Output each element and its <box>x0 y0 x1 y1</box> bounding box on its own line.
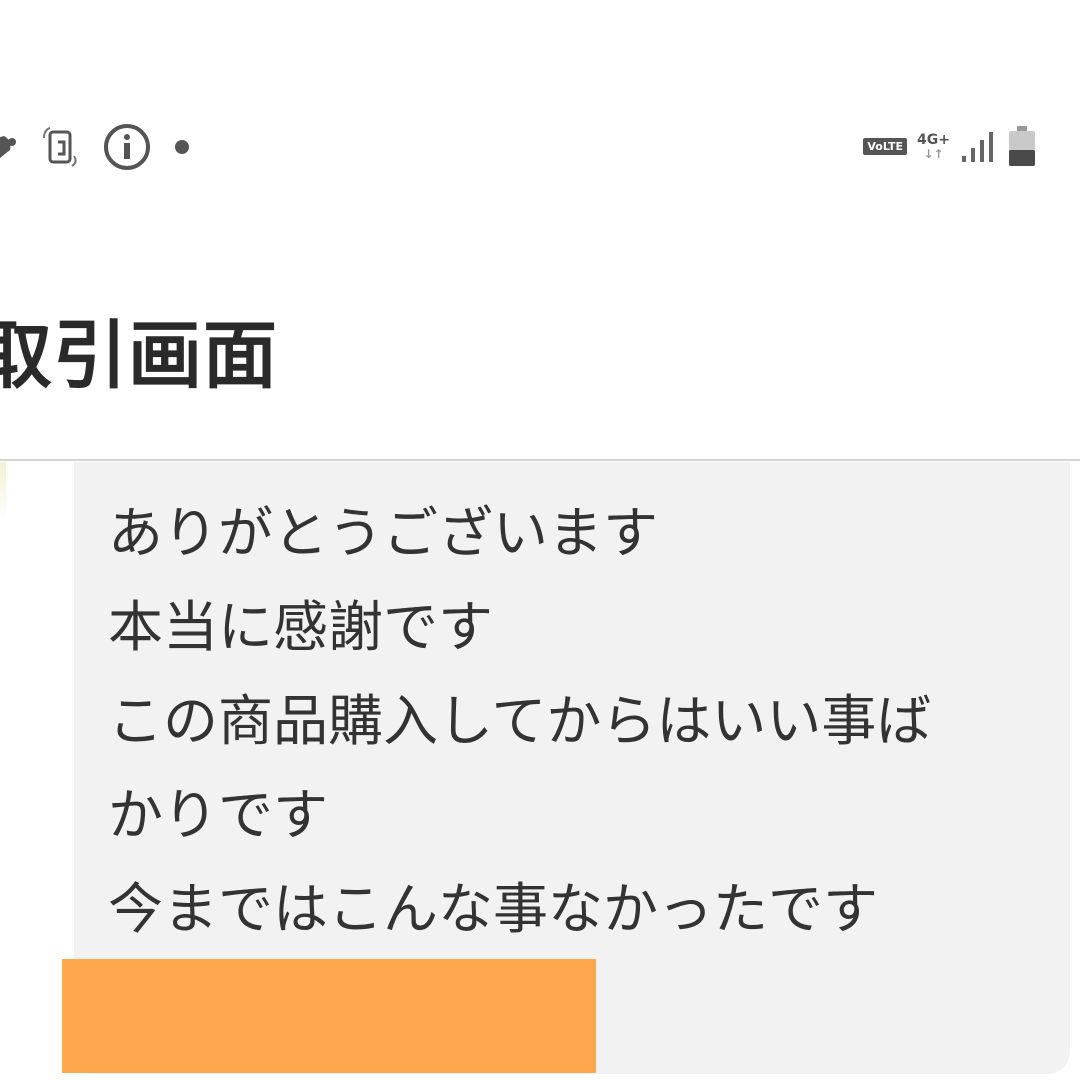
info-icon <box>102 122 152 172</box>
message-line: 今まではこんな事なかったです <box>108 877 879 941</box>
page-title: 取引画面 <box>0 313 278 399</box>
battery-icon <box>1006 124 1038 168</box>
message-line: 本当に感謝です <box>108 595 494 659</box>
header-divider <box>0 459 1080 461</box>
network-arrows: ↓↑ <box>923 146 944 161</box>
notification-app-icon <box>0 130 20 164</box>
dot-icon <box>170 135 194 159</box>
redaction-block <box>62 959 596 1073</box>
screen: VoLTE 4G+ ↓↑ 取引画面 ありがとうございます 本当に感謝です この商… <box>0 0 1080 1080</box>
volte-badge: VoLTE <box>863 137 908 155</box>
message-line: かりです <box>108 783 329 847</box>
network-type-indicator: 4G+ ↓↑ <box>917 131 950 161</box>
message-line: この商品購入してからはいい事ば <box>108 689 932 753</box>
message-line: ありがとうございます <box>108 501 659 565</box>
signal-icon <box>960 128 996 164</box>
status-right-icons: VoLTE 4G+ ↓↑ <box>863 124 1038 168</box>
status-bar: VoLTE 4G+ ↓↑ <box>0 110 1080 190</box>
network-label: 4G+ <box>917 131 950 148</box>
phone-rotate-icon <box>38 124 84 170</box>
avatar-edge <box>0 462 6 522</box>
message-text: ありがとうございます 本当に感謝です この商品購入してからはいい事ば かりです … <box>108 486 1058 956</box>
status-left-icons <box>0 122 194 172</box>
